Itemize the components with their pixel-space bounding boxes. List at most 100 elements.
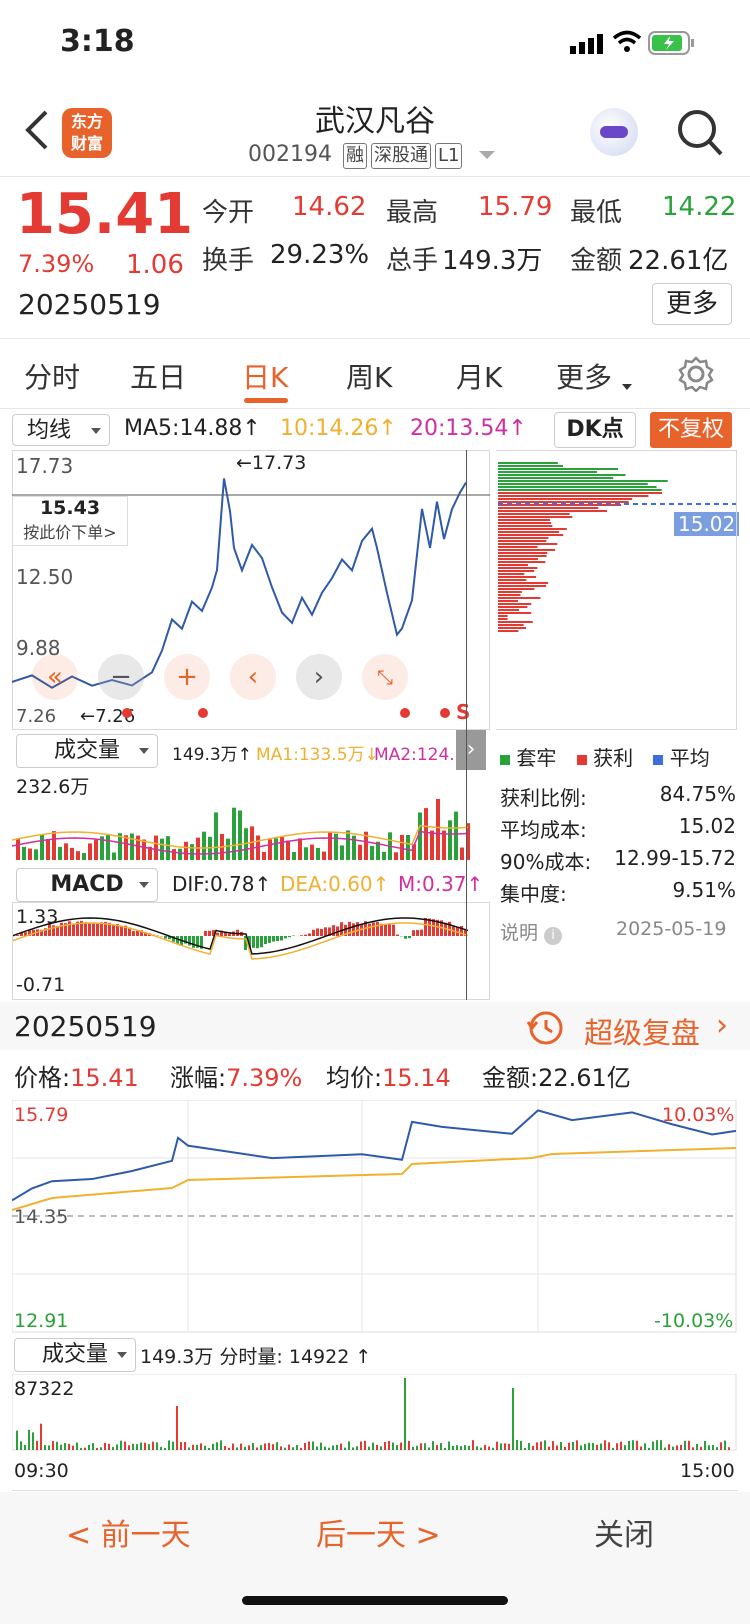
intraday-volume-bar: [416, 1445, 418, 1450]
no-adjust-button[interactable]: 不复权: [650, 412, 732, 448]
amount-label: 金额: [570, 246, 623, 276]
volume-select[interactable]: 成交量: [16, 734, 158, 768]
intraday-volume-bar: [444, 1447, 446, 1450]
zoom-in-button[interactable]: +: [164, 654, 210, 700]
intraday-volume-bar: [368, 1446, 370, 1450]
ma-select[interactable]: 均线: [12, 414, 110, 446]
intraday-volume-bar: [640, 1446, 642, 1450]
volume-bar: [316, 847, 320, 860]
intraday-volume-bar: [188, 1447, 190, 1450]
search-icon[interactable]: [676, 108, 724, 162]
intraday-volume-bar: [468, 1445, 470, 1450]
intraday-volume-bar: [252, 1443, 254, 1450]
intraday-volume-bar: [316, 1446, 318, 1450]
intraday-volume-bar: [624, 1445, 626, 1450]
intraday-volume-bar: [52, 1440, 54, 1450]
dropdown-icon[interactable]: [479, 151, 496, 159]
change-amount: 1.06: [126, 250, 184, 280]
intraday-volume-bar: [720, 1442, 722, 1450]
tab-yuek[interactable]: 月K: [456, 356, 502, 396]
intraday-volume-bar: [520, 1440, 522, 1450]
rewind-button[interactable]: «: [32, 654, 78, 700]
info-icon: i: [544, 927, 563, 945]
more-button[interactable]: 更多: [652, 283, 732, 325]
intraday-volume-bar: [308, 1441, 310, 1450]
intraday-volume-select[interactable]: 成交量: [14, 1338, 136, 1372]
crosshair-price: 15.43: [39, 497, 101, 519]
intraday-volume-bar: [552, 1441, 554, 1450]
chip-stats: 获利比例: 84.75% 平均成本: 15.02 90%成本: 12.99-15.72…: [500, 782, 736, 910]
intraday-volume-bar: [64, 1443, 66, 1450]
intraday-volume-bar: [312, 1441, 314, 1450]
intraday-volume-bar: [700, 1446, 702, 1450]
intraday-volume-bar: [604, 1440, 606, 1450]
intraday-volume-bar: [68, 1443, 70, 1450]
expand-arrow-button[interactable]: ›: [456, 730, 486, 770]
intraday-volume-bar: [580, 1445, 582, 1450]
volume-bar: [280, 837, 284, 860]
tab-wuri[interactable]: 五日: [130, 356, 186, 396]
zoom-out-button[interactable]: −: [98, 654, 144, 700]
intraday-volume-bar: [440, 1443, 442, 1450]
chevron-right-icon[interactable]: ›: [716, 1008, 728, 1043]
high-value: 15.79: [478, 192, 553, 222]
volume-bar: [394, 852, 398, 860]
intraday-volume-bar: [124, 1441, 126, 1450]
legend-average-swatch: [653, 755, 664, 765]
volume-bar: [262, 851, 266, 860]
intraday-volume-bar: [76, 1442, 78, 1450]
intraday-volume-bar: [432, 1441, 434, 1450]
legend-average: 平均: [669, 746, 710, 770]
macd-select[interactable]: MACD: [16, 868, 158, 902]
intraday-volume-bar: [344, 1447, 346, 1450]
volume-bar: [442, 830, 446, 860]
scroll-right-button[interactable]: ›: [296, 654, 342, 700]
volume-bar: [346, 830, 350, 860]
chip-note[interactable]: 说明 i: [500, 918, 563, 945]
tab-rik[interactable]: 日K: [242, 356, 288, 396]
intraday-volume-bar: [356, 1446, 358, 1450]
intraday-volume-bar: [32, 1432, 34, 1450]
stock-code-row[interactable]: 002194 融深股通 L1: [248, 142, 496, 169]
intraday-volume-bar: [684, 1440, 686, 1450]
intraday-volume-bar: [160, 1446, 162, 1450]
close-button[interactable]: 关闭: [594, 1510, 654, 1554]
volume-bar: [274, 838, 278, 860]
prev-day-button[interactable]: < 前一天: [66, 1510, 191, 1554]
replay-date: 20250519: [14, 1010, 157, 1043]
intraday-volume-bar: [632, 1440, 634, 1450]
dk-button[interactable]: DK点: [554, 412, 636, 448]
intraday-volume-bar: [180, 1442, 182, 1450]
tab-zhouk[interactable]: 周K: [346, 356, 392, 396]
settings-icon[interactable]: [678, 356, 714, 396]
assistant-avatar[interactable]: [590, 108, 638, 156]
chip-date: 2025-05-19: [616, 918, 727, 940]
home-indicator: [242, 1596, 508, 1605]
intraday-volume-bar: [588, 1442, 590, 1450]
intraday-volume-bar: [208, 1447, 210, 1450]
intraday-volume-bar: [676, 1445, 678, 1450]
tab-more[interactable]: 更多: [556, 356, 612, 396]
chip-frame: [496, 450, 737, 730]
scroll-left-button[interactable]: ‹: [230, 654, 276, 700]
volume-bar: [160, 838, 164, 860]
intraday-volume-bar: [196, 1444, 198, 1450]
intraday-volume-bar: [672, 1446, 674, 1450]
tab-more-arrow-icon: [622, 384, 632, 390]
intraday-volume-bar: [708, 1445, 710, 1450]
intraday-volume-bar: [132, 1443, 134, 1450]
intraday-y-top: 15.79: [14, 1104, 69, 1126]
next-day-button[interactable]: 后一天 >: [316, 1510, 441, 1554]
intraday-volume-bar: [492, 1447, 494, 1450]
volume-label: 总手: [386, 246, 439, 276]
intraday-volume-bar: [108, 1443, 110, 1450]
intraday-volume-bar: [248, 1445, 250, 1450]
macd-select-arrow-icon: [139, 882, 149, 888]
volume-bar: [286, 840, 290, 860]
volume-bar: [154, 835, 158, 860]
tab-fenshi[interactable]: 分时: [24, 356, 80, 396]
crosshair-price-box[interactable]: 15.43 按此价下单>: [12, 496, 128, 546]
fullscreen-button[interactable]: ⤡: [362, 654, 408, 700]
intraday-volume-bar: [364, 1440, 366, 1450]
super-replay-button[interactable]: 超级复盘: [584, 1010, 700, 1052]
